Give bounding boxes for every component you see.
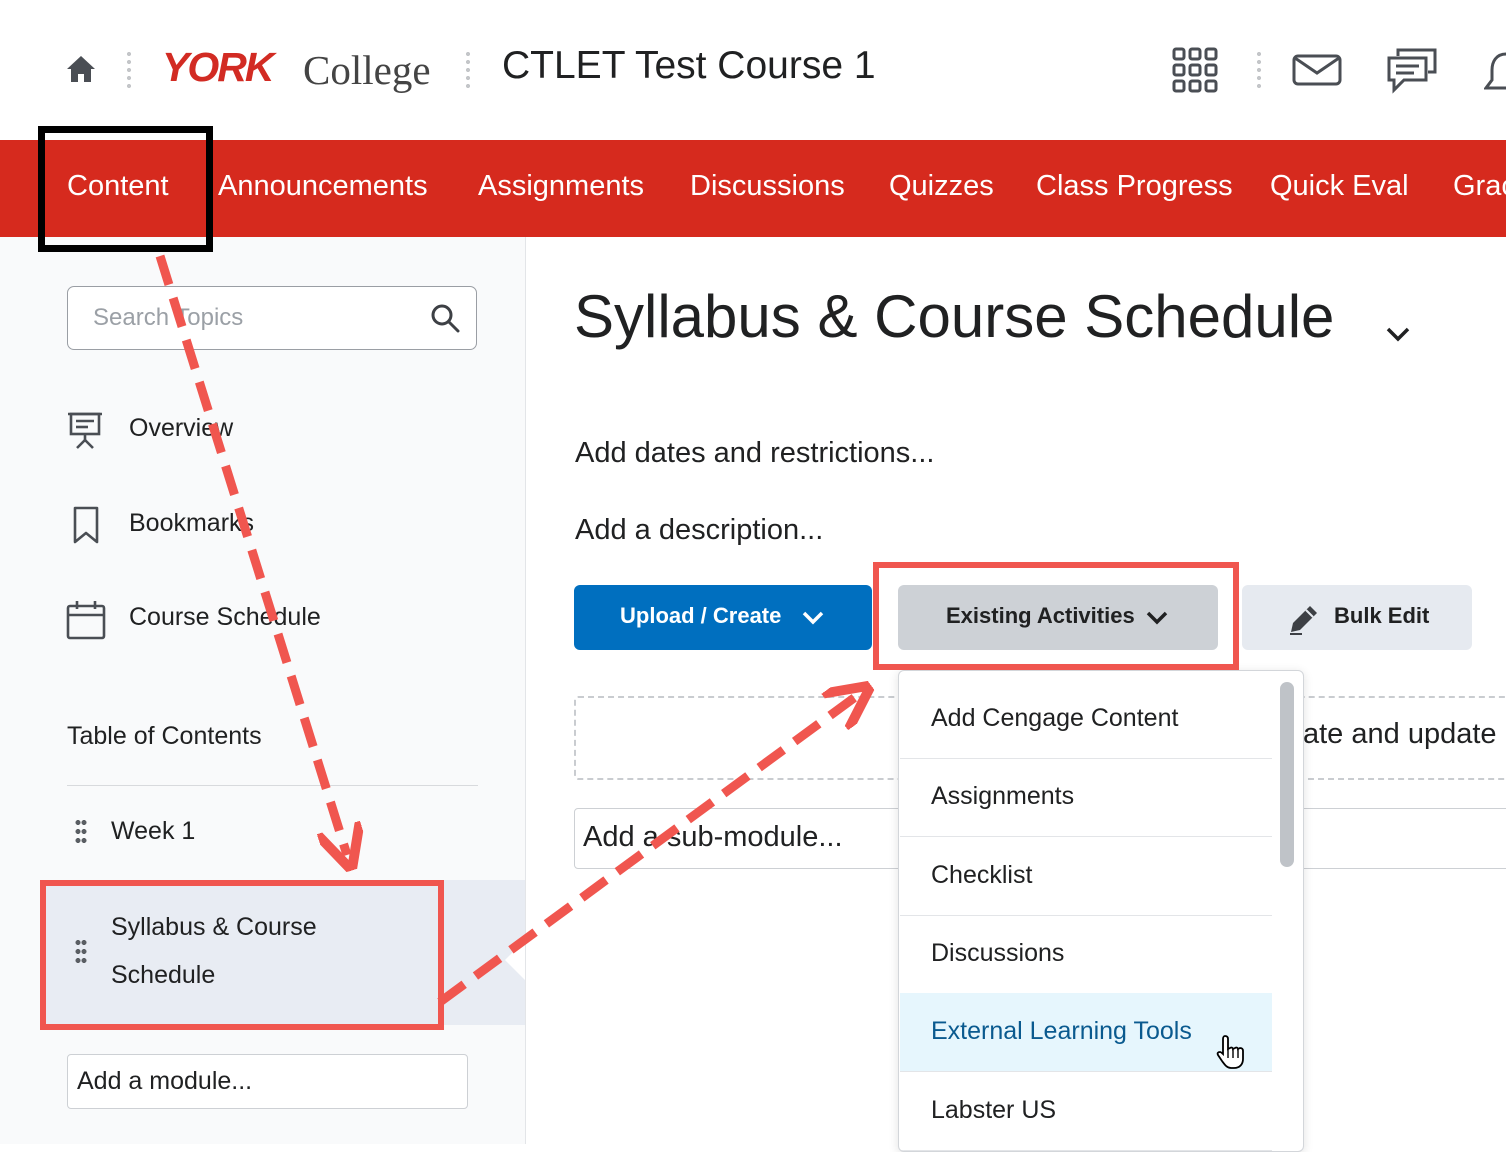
- arrow-module-to-menu: [437, 695, 858, 1006]
- annotation-arrows: [155, 254, 1506, 1006]
- arrow-content-to-module: [155, 254, 347, 855]
